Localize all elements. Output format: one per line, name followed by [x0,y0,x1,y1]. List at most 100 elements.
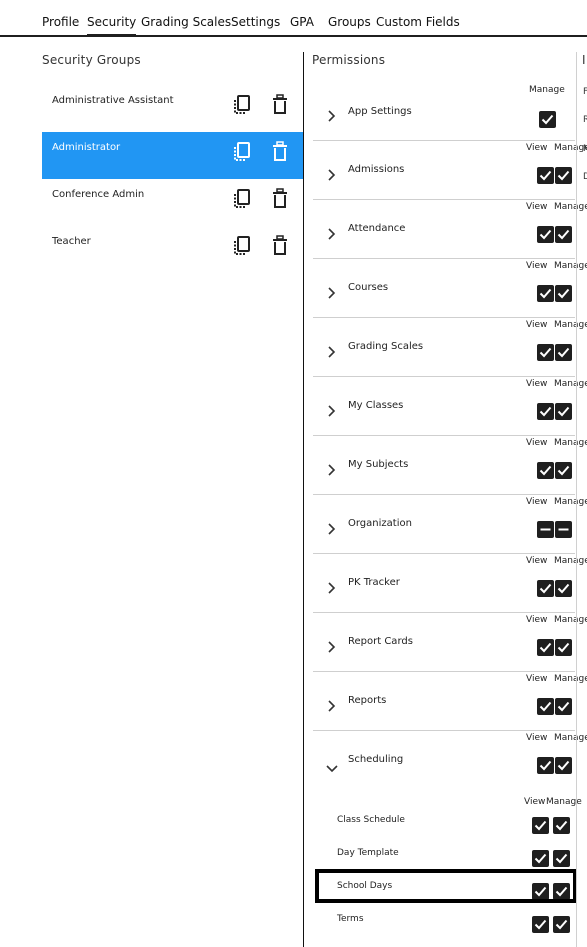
chevron-right-icon[interactable] [327,580,337,594]
security-group-item[interactable]: Teacher [42,226,303,273]
checked-checkbox[interactable] [537,639,554,656]
permission-row[interactable]: View Manage Courses [313,259,587,318]
permission-label: Report Cards [348,636,413,647]
view-column-label: View [526,202,548,212]
trash-icon[interactable] [270,93,290,117]
highlight-box [315,869,577,903]
trash-icon[interactable] [270,140,290,164]
checked-checkbox[interactable] [553,850,570,867]
tab-custom-fields[interactable]: Custom Fields [376,14,460,30]
checked-checkbox[interactable] [537,285,554,302]
manage-column-label: Manage [554,379,587,389]
permission-label: PK Tracker [348,577,400,588]
chevron-right-icon[interactable] [327,462,337,476]
edge-panel-label: D [583,172,587,182]
permission-row[interactable]: View Manage My Subjects [313,436,587,495]
permission-row[interactable]: View Manage PK Tracker [313,554,587,613]
copy-icon[interactable] [232,93,252,117]
security-group-item[interactable]: Conference Admin [42,179,303,226]
panel-divider [303,52,304,947]
copy-icon[interactable] [232,187,252,211]
tab-gpa[interactable]: GPA [290,14,314,30]
view-column-label: View [526,379,548,389]
permission-row[interactable]: Manage App Settings [313,82,575,141]
view-column-label: View [526,674,548,684]
checked-checkbox[interactable] [539,111,556,128]
security-group-name: Conference Admin [52,189,145,200]
checked-checkbox[interactable] [553,817,570,834]
manage-column-label: Manage [554,497,587,507]
manage-column-label: Manage [554,320,587,330]
chevron-right-icon[interactable] [327,285,337,299]
chevron-right-icon[interactable] [327,108,337,122]
permission-row[interactable]: View Manage Report Cards [313,613,587,672]
checked-checkbox[interactable] [555,698,572,715]
security-group-name: Administrator [52,142,121,153]
permission-row[interactable]: View Manage My Classes [313,377,587,436]
chevron-down-icon[interactable] [325,759,339,773]
checked-checkbox[interactable] [532,817,549,834]
checked-checkbox[interactable] [537,403,554,420]
chevron-right-icon[interactable] [327,403,337,417]
copy-icon[interactable] [232,234,252,258]
tab-groups[interactable]: Groups [328,14,371,30]
checked-checkbox[interactable] [555,285,572,302]
permission-label: App Settings [348,106,412,117]
checked-checkbox[interactable] [555,639,572,656]
checked-checkbox[interactable] [537,226,554,243]
checked-checkbox[interactable] [555,403,572,420]
scheduling-permission-row[interactable]: Terms [313,908,575,941]
manage-column-label: Manage [529,85,565,95]
checked-checkbox[interactable] [537,167,554,184]
permission-row[interactable]: View Manage Reports [313,672,587,731]
security-group-name: Administrative Assistant [52,95,174,106]
chevron-right-icon[interactable] [327,226,337,240]
checked-checkbox[interactable] [555,757,572,774]
permission-label: Terms [337,914,364,924]
permission-row[interactable]: View Manage Attendance [313,200,587,259]
checked-checkbox[interactable] [555,226,572,243]
checked-checkbox[interactable] [537,698,554,715]
chevron-right-icon[interactable] [327,698,337,712]
scheduling-permission-row[interactable]: Class Schedule [313,809,575,842]
checked-checkbox[interactable] [555,167,572,184]
permission-row[interactable]: View Manage Grading Scales [313,318,587,377]
manage-column-label: Manage [554,733,587,743]
tab-grading-scales[interactable]: Grading Scales [141,14,231,30]
trash-icon[interactable] [270,187,290,211]
permission-row[interactable]: View Manage Admissions [313,141,587,200]
checked-checkbox[interactable] [537,757,554,774]
checked-checkbox[interactable] [532,850,549,867]
chevron-right-icon[interactable] [327,167,337,181]
checked-checkbox[interactable] [555,580,572,597]
permission-label: Day Template [337,848,399,858]
permission-label: Attendance [348,223,406,234]
permission-row[interactable]: View Manage Scheduling [313,731,587,790]
security-group-item-selected[interactable]: Administrator [42,132,303,179]
chevron-right-icon[interactable] [327,344,337,358]
chevron-right-icon[interactable] [327,639,337,653]
view-column-label: View [526,438,548,448]
permission-label: Admissions [348,164,405,175]
view-column-label: View [526,143,548,153]
checked-checkbox[interactable] [555,344,572,361]
manage-column-label: Manage [554,674,587,684]
checked-checkbox[interactable] [537,344,554,361]
tab-profile[interactable]: Profile [42,14,79,30]
security-group-item[interactable]: Administrative Assistant [42,85,303,132]
checked-checkbox[interactable] [555,462,572,479]
copy-icon[interactable] [232,140,252,164]
permission-row[interactable]: View Manage Organization [313,495,587,554]
tab-settings[interactable]: Settings [231,14,280,30]
checked-checkbox[interactable] [532,916,549,933]
indeterminate-checkbox[interactable] [537,521,554,538]
view-column-label: View [526,733,548,743]
trash-icon[interactable] [270,234,290,258]
checked-checkbox[interactable] [553,916,570,933]
checked-checkbox[interactable] [537,462,554,479]
tab-security[interactable]: Security [87,14,137,37]
permission-label: Reports [348,695,387,706]
checked-checkbox[interactable] [537,580,554,597]
chevron-right-icon[interactable] [327,521,337,535]
indeterminate-checkbox[interactable] [555,521,572,538]
